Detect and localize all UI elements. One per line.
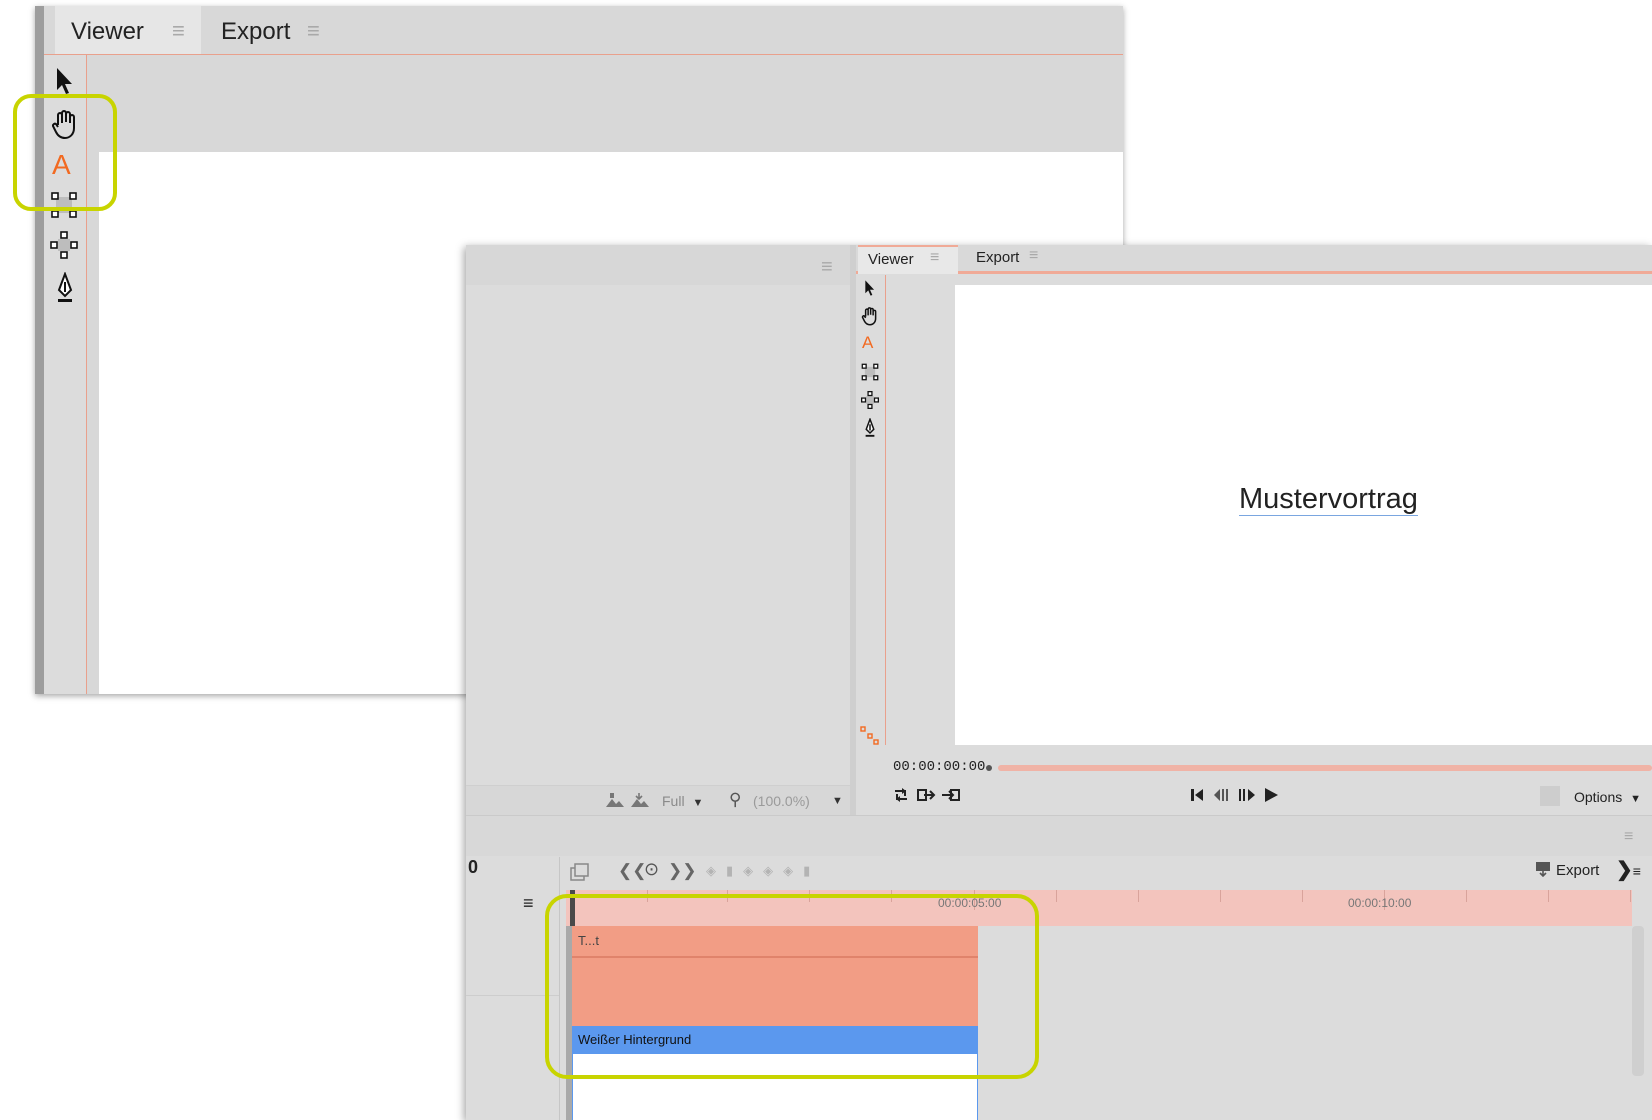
chevron-down-icon: ▼ xyxy=(692,797,704,809)
export-media-icon[interactable] xyxy=(629,793,651,809)
ruler-label: 00:00:10:00 xyxy=(1348,896,1412,910)
preview-title-text: Mustervortrag xyxy=(1239,483,1418,516)
zoom-dropdown-icon[interactable]: ▼ xyxy=(832,795,843,807)
ruler-tick xyxy=(1220,890,1221,902)
tab-export-label: Export xyxy=(221,18,291,45)
tab-export-main[interactable]: Export ≡ xyxy=(966,245,1056,272)
zoomed-tab-bar xyxy=(44,6,1123,55)
tab-viewer[interactable]: Viewer ≡ xyxy=(55,6,201,54)
tab-menu-icon[interactable]: ≡ xyxy=(930,250,939,266)
clip-highlight-outline xyxy=(545,894,1039,1079)
tab-export-label: Export xyxy=(976,249,1020,266)
snapshot-icon[interactable] xyxy=(570,863,590,881)
ruler-tick xyxy=(1630,890,1631,902)
tab-viewer-label: Viewer xyxy=(71,18,144,45)
expand-panel-icon[interactable]: ❯≡ xyxy=(1616,857,1641,882)
select-arrow-icon[interactable] xyxy=(53,66,77,96)
loop-icon[interactable] xyxy=(891,787,911,803)
timeline-scrollbar[interactable] xyxy=(1632,926,1644,1076)
tab-menu-icon[interactable]: ≡ xyxy=(307,20,320,42)
mark-in-icon[interactable] xyxy=(941,787,961,803)
ruler-tick xyxy=(1466,890,1467,902)
zoom-icon[interactable]: ⚲ xyxy=(729,790,741,810)
crop-transform-icon[interactable] xyxy=(861,363,879,381)
step-back-icon[interactable] xyxy=(1212,787,1232,803)
text-tool-icon[interactable]: A xyxy=(862,333,873,353)
frame-counter-digit: 0 xyxy=(468,857,479,877)
tab-menu-icon[interactable]: ≡ xyxy=(1029,248,1038,264)
chevron-down-icon: ▼ xyxy=(1630,793,1642,805)
select-arrow-icon[interactable] xyxy=(863,279,877,297)
step-forward-icon[interactable] xyxy=(1237,787,1257,803)
tab-export[interactable]: Export ≡ xyxy=(213,6,353,54)
timeline-export-label[interactable]: Export xyxy=(1556,862,1599,879)
options-label: Options xyxy=(1574,789,1623,805)
ruler-tick xyxy=(1056,890,1057,902)
pen-tool-icon[interactable] xyxy=(54,272,76,304)
options-button[interactable]: Options ▼ xyxy=(1574,789,1641,805)
import-media-icon[interactable] xyxy=(604,793,626,809)
playback-scrubber[interactable] xyxy=(998,765,1652,771)
quality-select-value: Full xyxy=(662,793,685,809)
export-icon[interactable] xyxy=(1535,861,1551,877)
media-panel-menu-icon[interactable]: ≡ xyxy=(821,257,833,277)
media-panel-header xyxy=(466,245,850,285)
hand-icon[interactable] xyxy=(860,306,880,326)
mark-out-icon[interactable] xyxy=(916,787,936,803)
tab-viewer-label: Viewer xyxy=(868,251,914,268)
move-anchor-icon[interactable] xyxy=(861,391,879,409)
timeline-header xyxy=(466,816,1652,856)
pen-tool-icon[interactable] xyxy=(863,418,877,438)
zoom-value[interactable]: (100.0%) xyxy=(753,793,810,809)
play-icon[interactable] xyxy=(1263,787,1279,803)
tab-viewer-main[interactable]: Viewer ≡ xyxy=(858,245,958,274)
tool-highlight-outline xyxy=(13,94,117,211)
skip-to-start-icon[interactable] xyxy=(1190,787,1204,803)
quality-select[interactable]: Full ▼ xyxy=(662,793,703,809)
timecode: 00:00:00:00 xyxy=(893,759,986,775)
next-keyframe-icon[interactable]: ❯❯ xyxy=(668,861,697,881)
keyframe-tools-icon[interactable]: ◈▮◈◈◈▮ xyxy=(706,863,820,879)
media-panel xyxy=(466,245,850,815)
tab-menu-icon[interactable]: ≡ xyxy=(172,20,185,42)
grid-toggle-icon[interactable] xyxy=(1540,786,1560,806)
track-menu-icon[interactable]: ≡ xyxy=(523,893,534,914)
ruler-tick xyxy=(1138,890,1139,902)
resize-corner-icon[interactable] xyxy=(860,726,880,746)
ruler-tick xyxy=(1548,890,1549,902)
playhead-dot[interactable] xyxy=(986,765,992,771)
prev-keyframe-icon[interactable]: ❮❮ xyxy=(618,861,647,881)
move-anchor-icon[interactable] xyxy=(50,231,78,259)
ruler-tick xyxy=(1302,890,1303,902)
add-keyframe-icon[interactable]: ⊙ xyxy=(644,859,659,880)
timeline-panel-menu-icon[interactable]: ≡ xyxy=(1624,829,1633,845)
